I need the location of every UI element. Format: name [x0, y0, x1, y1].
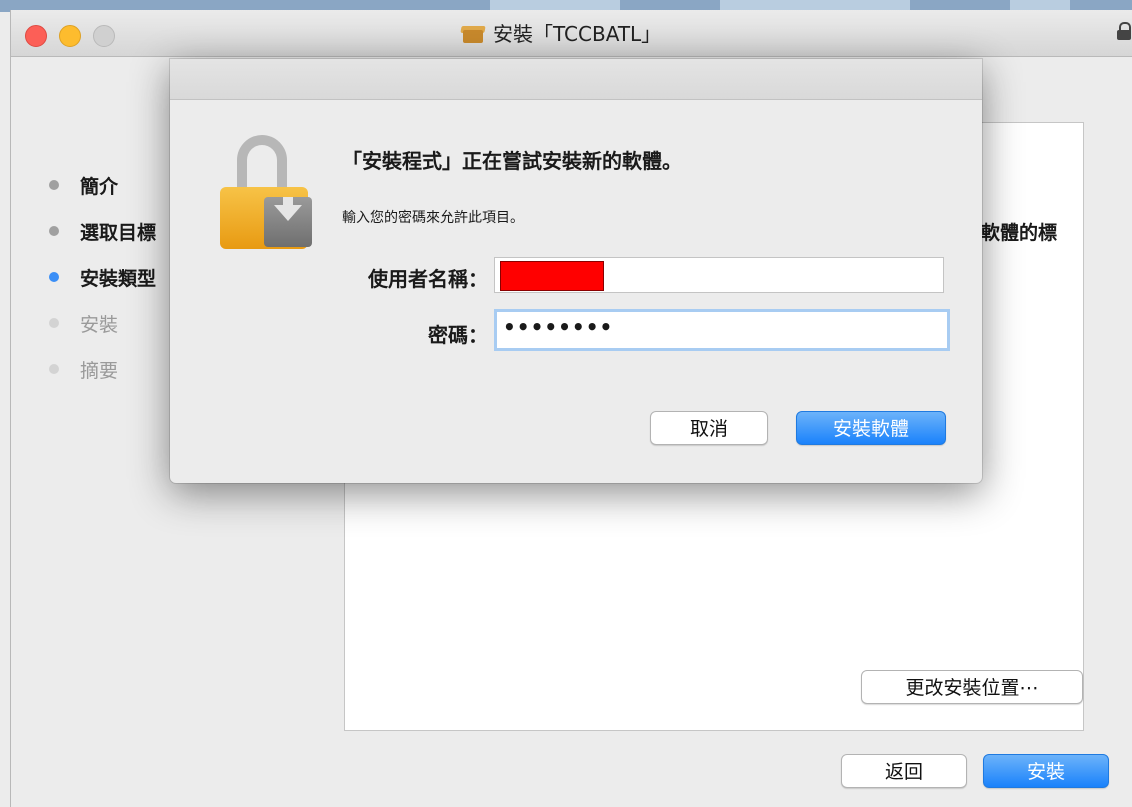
- step-summary: 摘要: [49, 346, 156, 392]
- title-bar[interactable]: 安裝「TCCBATL」: [11, 10, 1132, 57]
- step-label: 摘要: [80, 359, 119, 382]
- step-installation-type: 安裝類型: [49, 254, 156, 300]
- close-window-button[interactable]: [25, 25, 47, 47]
- installer-steps: 簡介 選取目標 安裝類型 安裝 摘要: [49, 162, 156, 392]
- password-label: 密碼：: [428, 323, 488, 347]
- password-field[interactable]: ••••••••: [494, 309, 950, 351]
- step-bullet-icon: [49, 272, 59, 282]
- step-bullet-icon: [49, 180, 59, 190]
- window-title: 安裝「TCCBATL」: [460, 21, 662, 47]
- step-label: 安裝: [80, 313, 119, 336]
- step-select-destination: 選取目標: [49, 208, 156, 254]
- zoom-window-button[interactable]: [93, 25, 115, 47]
- change-install-location-button[interactable]: 更改安裝位置⋯: [861, 670, 1083, 704]
- package-icon: [460, 24, 486, 44]
- step-introduction: 簡介: [49, 162, 156, 208]
- cancel-button[interactable]: 取消: [650, 411, 768, 445]
- install-software-button[interactable]: 安裝軟體: [796, 411, 946, 445]
- content-text: 軟體的標: [981, 222, 1058, 244]
- username-label: 使用者名稱：: [368, 267, 488, 291]
- step-bullet-icon: [49, 226, 59, 236]
- lock-icon: [220, 135, 316, 255]
- step-label: 安裝類型: [80, 267, 157, 290]
- window-title-text: 安裝「TCCBATL」: [493, 22, 662, 46]
- dialog-top-bar: [170, 59, 982, 100]
- step-label: 選取目標: [80, 221, 157, 244]
- step-bullet-icon: [49, 318, 59, 328]
- step-bullet-icon: [49, 364, 59, 374]
- minimize-window-button[interactable]: [59, 25, 81, 47]
- step-install: 安裝: [49, 300, 156, 346]
- authentication-dialog: 「安裝程式」正在嘗試安裝新的軟體。 輸入您的密碼來允許此項目。 使用者名稱： 密…: [170, 59, 982, 483]
- dialog-heading: 「安裝程式」正在嘗試安裝新的軟體。: [342, 149, 682, 173]
- install-button[interactable]: 安裝: [983, 754, 1109, 788]
- back-button[interactable]: 返回: [841, 754, 967, 788]
- redaction-box: [500, 261, 604, 291]
- step-label: 簡介: [80, 175, 119, 198]
- dialog-subtext: 輸入您的密碼來允許此項目。: [342, 210, 524, 226]
- lock-icon: [1117, 22, 1131, 40]
